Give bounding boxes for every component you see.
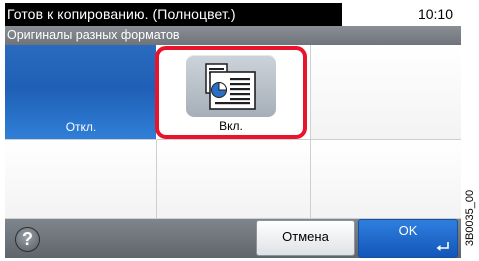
status-message-area: Готов к копированию. (Полноцвет.): [5, 3, 342, 26]
empty-cell: [5, 140, 157, 219]
ok-button-label: OK: [398, 223, 418, 238]
cancel-button-label: Отмена: [282, 229, 329, 244]
title-bar: Оригиналы разных форматов: [5, 26, 461, 45]
figure-code: 3B0035_00: [461, 180, 479, 255]
on-button-label: Вкл.: [219, 119, 243, 133]
empty-cell: [157, 140, 311, 219]
off-button[interactable]: Откл.: [5, 45, 157, 140]
on-button[interactable]: Вкл.: [155, 46, 307, 139]
status-message: Готов к копированию. (Полноцвет.): [7, 6, 236, 22]
cancel-button[interactable]: Отмена: [256, 220, 355, 256]
clock-area: 10:10: [342, 3, 461, 26]
bottom-bar: ? Отмена OK: [5, 219, 461, 258]
empty-cell: [311, 140, 461, 219]
page-title: Оригиналы разных форматов: [7, 28, 180, 42]
off-button-label: Откл.: [65, 120, 97, 134]
status-bar: Готов к копированию. (Полноцвет.) 10:10: [5, 3, 461, 26]
empty-cell: [311, 45, 461, 140]
figure-code-text: 3B0035_00: [464, 189, 476, 246]
ok-button[interactable]: OK: [358, 219, 458, 258]
enter-icon: [436, 242, 449, 251]
mixed-size-originals-icon: [186, 55, 276, 117]
help-icon[interactable]: ?: [15, 227, 40, 252]
copier-panel: Готов к копированию. (Полноцвет.) 10:10 …: [5, 3, 461, 258]
clock: 10:10: [417, 6, 453, 22]
option-grid: Откл. Вкл.: [5, 45, 461, 219]
